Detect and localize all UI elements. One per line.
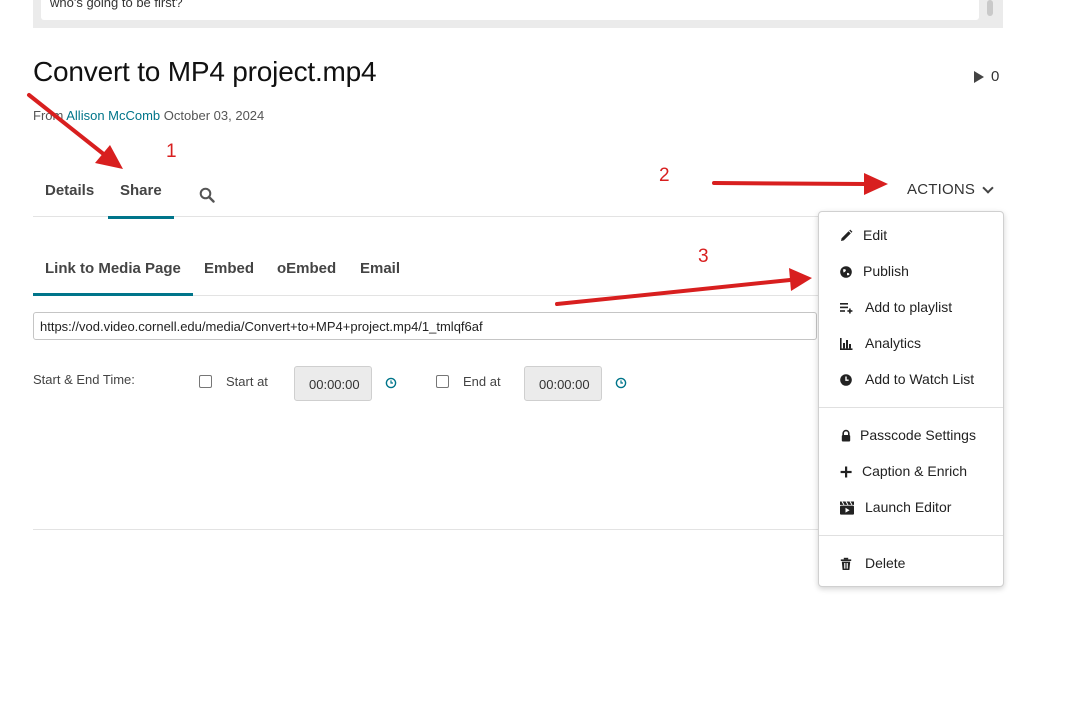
end-at-checkbox[interactable]: [436, 375, 449, 388]
globe-icon: [840, 266, 852, 278]
annotation-arrowhead-1: [95, 145, 123, 169]
menu-item-label: Caption & Enrich: [862, 463, 968, 479]
chevron-down-icon: [982, 181, 994, 194]
lock-icon: [841, 429, 851, 442]
bar-chart-icon: [840, 338, 853, 350]
menu-item-launch-editor[interactable]: Launch Editor: [819, 493, 1003, 523]
byline: From Allison McComb October 03, 2024: [33, 108, 264, 123]
annotation-number-3: 3: [698, 246, 709, 267]
menu-item-label: Analytics: [865, 335, 922, 351]
comment-text: who's going to be first?: [50, 0, 183, 10]
menu-separator: [819, 407, 1003, 408]
actions-label: ACTIONS: [907, 181, 976, 198]
menu-item-label: Publish: [863, 263, 909, 279]
start-time-clock-icon[interactable]: [385, 377, 397, 389]
page-title: Convert to MP4 project.mp4: [33, 56, 377, 87]
tab-oembed[interactable]: oEmbed: [265, 250, 348, 293]
tab-details[interactable]: Details: [33, 172, 106, 216]
play-icon: [974, 70, 984, 83]
menu-item-caption-enrich[interactable]: Caption & Enrich: [819, 457, 1003, 487]
trash-icon: [840, 557, 852, 570]
clock-icon: [840, 374, 852, 386]
menu-item-label: Edit: [863, 227, 888, 243]
menu-item-add-to-playlist[interactable]: Add to playlist: [819, 293, 1003, 323]
menu-item-label: Delete: [865, 555, 906, 571]
tab-share[interactable]: Share: [108, 172, 174, 219]
actions-button[interactable]: ACTIONS: [907, 181, 994, 198]
section-divider: [33, 529, 819, 530]
menu-item-passcode-settings[interactable]: Passcode Settings: [819, 421, 1003, 451]
menu-item-label: Passcode Settings: [860, 427, 976, 443]
publish-date: October 03, 2024: [163, 108, 265, 123]
annotation-number-2: 2: [659, 165, 670, 186]
menu-item-edit[interactable]: Edit: [819, 221, 1003, 251]
search-icon[interactable]: [199, 187, 215, 203]
annotation-arrow-1: [27, 93, 108, 158]
menu-item-delete[interactable]: Delete: [819, 549, 1003, 579]
comments-panel: who's going to be first?: [33, 0, 1003, 28]
plus-icon: [840, 466, 852, 478]
menu-item-label: Add to Watch List: [865, 371, 975, 387]
start-end-time-label: Start & End Time:: [33, 372, 135, 387]
start-time-field[interactable]: 00:00:00: [294, 366, 372, 401]
clapperboard-icon: [840, 501, 854, 515]
menu-item-add-to-watch-list[interactable]: Add to Watch List: [819, 365, 1003, 395]
playlist-add-icon: [840, 303, 853, 314]
menu-item-label: Launch Editor: [865, 499, 952, 515]
menu-separator: [819, 535, 1003, 536]
menu-item-analytics[interactable]: Analytics: [819, 329, 1003, 359]
media-link-input[interactable]: [33, 312, 817, 340]
play-count-value: 0: [991, 68, 1000, 85]
end-time-field[interactable]: 00:00:00: [524, 366, 602, 401]
tab-embed[interactable]: Embed: [192, 250, 266, 293]
tab-email[interactable]: Email: [348, 250, 412, 293]
actions-menu: Edit Publish Add to playlist Analytics A…: [818, 211, 1004, 587]
end-time-clock-icon[interactable]: [615, 377, 627, 389]
comment-box: who's going to be first?: [41, 0, 979, 20]
menu-item-publish[interactable]: Publish: [819, 257, 1003, 287]
end-at-label: End at: [463, 374, 501, 389]
comments-scrollbar[interactable]: [987, 0, 993, 16]
menu-item-label: Add to playlist: [865, 299, 953, 315]
annotation-number-1: 1: [166, 141, 177, 162]
tab-link-to-media-page[interactable]: Link to Media Page: [33, 250, 193, 296]
play-count: 0: [974, 68, 999, 85]
start-at-label: Start at: [226, 374, 268, 389]
byline-prefix: From: [33, 108, 64, 123]
start-at-checkbox[interactable]: [199, 375, 212, 388]
author-link[interactable]: Allison McComb: [66, 108, 160, 123]
pencil-icon: [841, 229, 853, 241]
